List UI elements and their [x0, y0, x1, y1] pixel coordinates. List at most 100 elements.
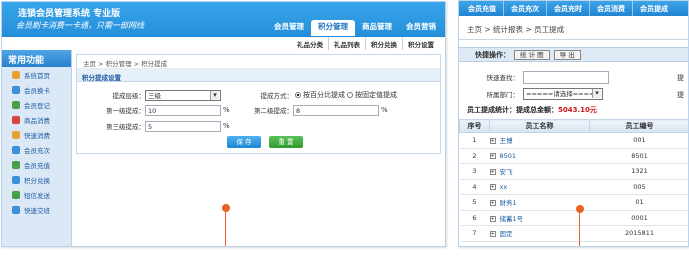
- level-select[interactable]: 三级: [145, 89, 221, 101]
- nav-recharge-hours[interactable]: 会员充时: [546, 1, 589, 16]
- quick-toolbar: 快捷操作： 统 计 图 导 出: [459, 47, 688, 62]
- save-button[interactable]: 保 存: [227, 136, 261, 148]
- nav-points[interactable]: 积分管理: [311, 20, 355, 36]
- commission-window: 会员充值 会员充次 会员充时 会员消费 会员提成 主页 > 统计报表 > 员工提…: [458, 0, 689, 247]
- menu-icon: [12, 70, 20, 79]
- sidebar-item-label: 系统首页: [24, 71, 50, 80]
- callout-dot: [222, 204, 230, 212]
- row-name[interactable]: 储蓄1号: [500, 215, 524, 223]
- row-code: 1321: [589, 163, 688, 180]
- sidebar-item-label: 商品消费: [24, 116, 50, 125]
- sidebar-item[interactable]: 快速消费: [2, 127, 71, 142]
- sidebar-item[interactable]: 商品消费: [2, 112, 71, 127]
- brand-title: 连锁会员管理系统 专业版: [18, 9, 121, 19]
- sidebar-item-label: 快速消费: [24, 131, 50, 140]
- level3-input[interactable]: 5: [145, 120, 221, 132]
- method-percent-label: 按百分比提成: [303, 91, 345, 99]
- breadcrumb: 主页 > 统计报表 > 员工提成: [459, 16, 688, 40]
- panel-title: 积分提成设置: [77, 69, 440, 82]
- sidebar-item[interactable]: 快速交班: [2, 202, 71, 217]
- sidebar: 常用功能 系统首页 会员换卡 会员登记 商品消费 快速消费 会员充次 会员充值 积分兑换 短信发…: [2, 50, 72, 246]
- row-name[interactable]: 8501: [500, 152, 517, 160]
- sidebar-item-label: 积分兑换: [24, 176, 50, 185]
- sidebar-item[interactable]: 会员换卡: [2, 82, 71, 97]
- search-input[interactable]: [523, 70, 609, 84]
- subnav-points-settings[interactable]: 积分设置: [402, 37, 439, 50]
- nav-recharge-times[interactable]: 会员充次: [503, 1, 546, 16]
- sidebar-item[interactable]: 积分兑换: [2, 172, 71, 187]
- level2-unit: %: [381, 106, 388, 114]
- search-label: 快速查找：: [486, 74, 520, 82]
- row-name-cell: +8501: [489, 148, 590, 164]
- menu-icon: [12, 100, 20, 109]
- expand-icon[interactable]: +: [489, 231, 496, 238]
- nav-marketing[interactable]: 会员营销: [399, 20, 443, 34]
- menu-icon: [12, 85, 20, 94]
- sidebar-item[interactable]: 会员充次: [2, 142, 71, 157]
- row-no: 3: [459, 163, 490, 180]
- menu-icon: [12, 205, 20, 214]
- expand-icon[interactable]: +: [489, 215, 496, 222]
- col-no: 序号: [459, 119, 490, 133]
- sidebar-item-label: 会员充值: [24, 161, 50, 170]
- sidebar-item[interactable]: 会员充值: [2, 157, 71, 172]
- breadcrumb: 主页 > 积分管理 > 积分提成: [77, 55, 440, 69]
- sub-nav: 礼品分类 礼品列表 积分兑换 积分设置: [2, 36, 445, 50]
- row-name[interactable]: 安飞: [500, 168, 513, 176]
- main-nav: 会员管理 积分管理 商品管理 会员营销: [267, 20, 443, 36]
- expand-icon[interactable]: +: [489, 169, 496, 176]
- table-row[interactable]: 6 + 储蓄1号 0001: [459, 210, 688, 226]
- menu-icon: [12, 115, 20, 124]
- chart-button[interactable]: 统 计 图: [514, 49, 550, 60]
- subnav-points-exchange[interactable]: 积分兑换: [365, 37, 402, 50]
- table-row[interactable]: 3 + 安飞 1321: [459, 163, 688, 180]
- expand-icon[interactable]: +: [489, 152, 496, 159]
- callout-line: [225, 212, 226, 246]
- expand-icon[interactable]: +: [489, 200, 496, 207]
- level1-label: 第一级提成：: [106, 107, 145, 115]
- table-row[interactable]: 4 + xx 005: [459, 179, 688, 195]
- sidebar-item-label: 会员登记: [24, 101, 50, 110]
- nav-commission[interactable]: 会员提成: [632, 1, 675, 16]
- col-code: 员工编号: [589, 119, 688, 133]
- method-label: 提成方式：: [260, 92, 294, 100]
- summary-label: 员工提成统计：提成总金额：: [467, 106, 558, 114]
- dept-select[interactable]: =====请选择=====: [523, 88, 603, 100]
- row-name[interactable]: 财务1: [500, 199, 517, 207]
- nav-goods[interactable]: 商品管理: [355, 20, 399, 34]
- sidebar-item[interactable]: 系统首页: [2, 67, 71, 82]
- subnav-gift-list[interactable]: 礼品列表: [328, 37, 365, 50]
- method-fixed-radio[interactable]: [347, 92, 353, 98]
- table-row[interactable]: 1 + 王博 001: [459, 132, 688, 149]
- row-name-cell: + 财务1: [489, 194, 590, 211]
- expand-icon[interactable]: +: [489, 138, 496, 145]
- row-name[interactable]: 王博: [500, 137, 513, 145]
- table-row[interactable]: 2 +8501 8501: [459, 148, 688, 164]
- nav-consume[interactable]: 会员消费: [589, 1, 632, 16]
- export-button[interactable]: 导 出: [553, 49, 581, 60]
- sidebar-item[interactable]: 会员登记: [2, 97, 71, 112]
- expand-icon[interactable]: +: [489, 183, 496, 190]
- row-no: 4: [459, 179, 490, 195]
- row-name-cell: + 安飞: [489, 163, 590, 180]
- subnav-gift-category[interactable]: 礼品分类: [292, 37, 328, 50]
- commission-table: 序号 员工名称 员工编号 1 + 王博 001 2 +8501 8501 3 + 安飞 1321 4 +…: [459, 119, 688, 242]
- reset-button[interactable]: 重 置: [269, 136, 303, 148]
- table-row[interactable]: 7 + 固定 2015811: [459, 225, 688, 242]
- sidebar-item-label: 会员充次: [24, 146, 50, 155]
- menu-icon: [12, 145, 20, 154]
- quick-label: 快捷操作：: [475, 50, 510, 59]
- top-banner: 连锁会员管理系统 专业版 会员刷卡消费一卡通，只需一部网线 会员管理 积分管理 …: [2, 2, 445, 50]
- table-row[interactable]: 5 + 财务1 01: [459, 194, 688, 211]
- sidebar-item-label: 快速交班: [24, 206, 50, 215]
- nav-recharge[interactable]: 会员充值: [461, 1, 503, 16]
- row-name[interactable]: 固定: [500, 230, 513, 238]
- row-name[interactable]: xx: [500, 183, 508, 191]
- level2-input[interactable]: 8: [293, 104, 379, 116]
- callout-dot-2: [576, 205, 584, 213]
- nav-member[interactable]: 会员管理: [267, 20, 311, 34]
- sidebar-item[interactable]: 短信发送: [2, 187, 71, 202]
- method-percent-radio[interactable]: [295, 92, 301, 98]
- callout-line-2: [579, 213, 580, 246]
- level1-input[interactable]: 10: [145, 104, 221, 116]
